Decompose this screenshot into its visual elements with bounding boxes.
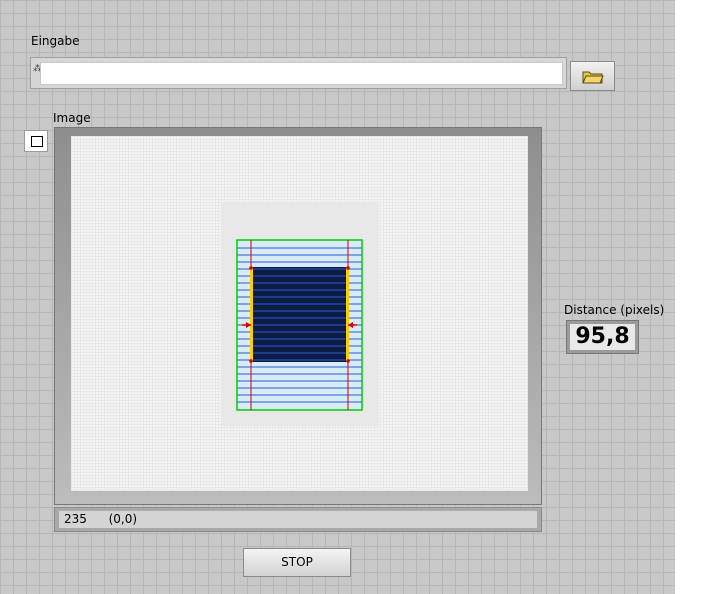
eingabe-input[interactable] bbox=[40, 62, 563, 85]
browse-button[interactable] bbox=[570, 61, 615, 91]
distance-label: Distance (pixels) bbox=[564, 303, 665, 317]
status-coordinates: (0,0) bbox=[108, 512, 138, 526]
image-label: Image bbox=[53, 111, 91, 125]
distance-value: 95,8 bbox=[570, 324, 635, 350]
image-content bbox=[221, 203, 379, 426]
eingabe-path-field[interactable]: ⁂ bbox=[30, 57, 567, 89]
image-canvas[interactable] bbox=[71, 136, 528, 491]
dark-object bbox=[251, 267, 348, 362]
square-icon bbox=[31, 136, 43, 147]
status-pixel-value: 235 bbox=[64, 512, 87, 526]
image-toggle[interactable] bbox=[24, 130, 48, 152]
stop-button[interactable]: STOP bbox=[243, 548, 351, 577]
image-status-bar: 235 (0,0) bbox=[54, 507, 542, 532]
window-margin bbox=[675, 0, 715, 594]
image-display bbox=[54, 127, 542, 505]
folder-icon bbox=[582, 71, 604, 84]
distance-indicator: 95,8 bbox=[566, 320, 639, 354]
eingabe-label: Eingabe bbox=[31, 34, 80, 48]
